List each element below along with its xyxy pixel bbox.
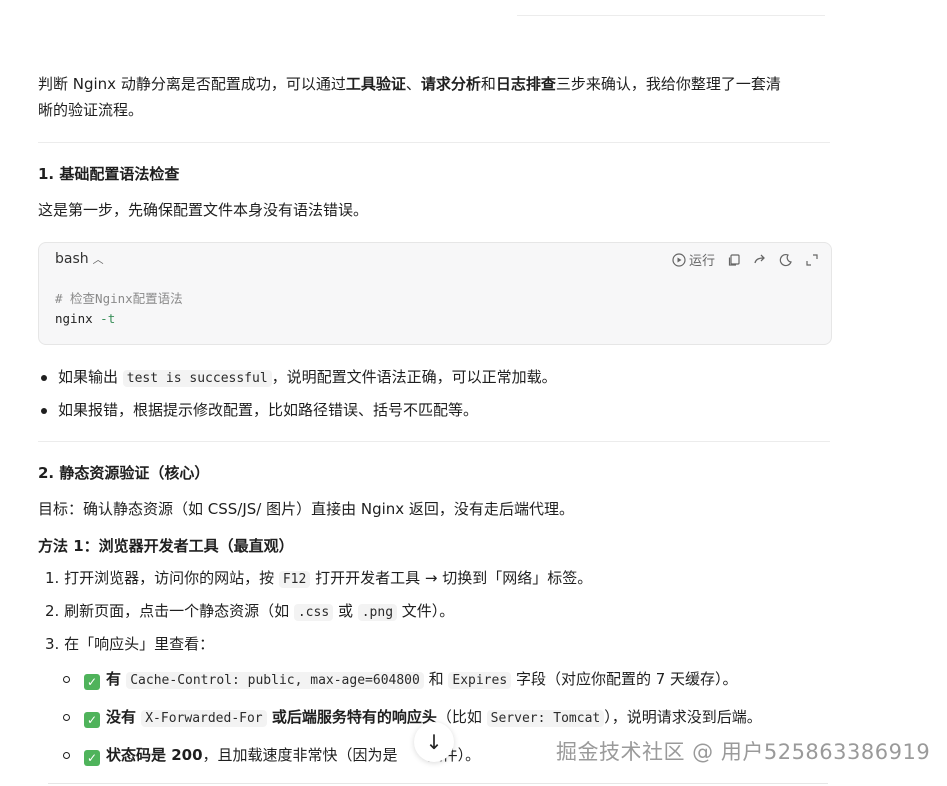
item-text: 和	[423, 670, 449, 688]
code-block-header: bash ︿ 运行	[39, 243, 831, 277]
run-button[interactable]: 运行	[672, 250, 715, 269]
watermark: 掘金技术社区 @ 用户525863386919	[556, 740, 931, 764]
scroll-down-button[interactable]: ↓	[414, 722, 454, 762]
divider	[38, 441, 830, 442]
bottom-divider	[48, 783, 828, 784]
code-body: # 检查Nginx配置语法 nginx -t	[55, 289, 183, 329]
check-icon: ✓	[84, 750, 100, 766]
item-text: ，且加载速度非常快（因为是	[202, 746, 398, 764]
copy-button[interactable]	[727, 253, 741, 267]
arrow-down-icon: ↓	[425, 730, 443, 754]
intro-bold-requests: 请求分析	[420, 75, 481, 93]
code-line: nginx -t	[55, 309, 183, 329]
section1-heading: 1. 基础配置语法检查	[38, 165, 180, 183]
code-lang-toggle[interactable]: bash ︿	[55, 251, 104, 267]
method1-heading: 方法 1：浏览器开发者工具（最直观）	[38, 537, 294, 555]
theme-button[interactable]	[779, 253, 793, 267]
section2-heading: 2. 静态资源验证（核心）	[38, 464, 210, 482]
item-bold: 有	[106, 670, 127, 688]
check-icon: ✓	[84, 674, 100, 690]
inline-code: F12	[278, 571, 311, 588]
list-item: 1. 打开浏览器，访问你的网站，按 F12 打开开发者工具 → 切换到「网络」标…	[38, 565, 592, 598]
item-text: 如果输出	[58, 368, 123, 386]
chevron-up-icon: ︿	[92, 253, 104, 266]
code-block: bash ︿ 运行 # 检查Nginx配置语法 nginx -t	[38, 242, 832, 345]
code-comment: # 检查Nginx配置语法	[55, 291, 183, 306]
list-item: ✓ 有 Cache-Control: public, max-age=604800…	[62, 666, 762, 704]
result-list: 如果输出 test is successful ，说明配置文件语法正确，可以正常加…	[38, 364, 557, 430]
inline-code: .png	[357, 604, 398, 621]
item-text: ，说明配置文件语法正确，可以正常加载。	[271, 368, 557, 386]
code-flag: -t	[100, 311, 116, 326]
list-item: 如果输出 test is successful ，说明配置文件语法正确，可以正常加…	[38, 364, 557, 397]
section2-goal: 目标：确认静态资源（如 CSS/JS/ 图片）直接由 Nginx 返回，没有走后…	[38, 500, 574, 518]
intro-sep: 、	[405, 75, 421, 93]
code-toolbar: 运行	[672, 250, 819, 269]
check-icon: ✓	[84, 712, 100, 728]
item-text: 2. 刷新页面，点击一个静态资源（如	[45, 602, 294, 620]
expand-button[interactable]	[805, 253, 819, 267]
item-text: 1. 打开浏览器，访问你的网站，按	[45, 569, 279, 587]
item-text: 字段（对应你配置的 7 天缓存）。	[511, 670, 738, 688]
list-item: 如果报错，根据提示修改配置，比如路径错误、括号不匹配等。	[38, 397, 557, 430]
share-icon	[754, 254, 765, 263]
code-command: nginx	[55, 311, 93, 326]
inline-code: X-Forwarded-For	[141, 710, 267, 727]
item-text: 文件）。	[397, 602, 455, 620]
inline-code: .css	[293, 604, 334, 621]
expand-icon	[806, 253, 818, 266]
intro-bold-logs: 日志排查	[495, 75, 556, 93]
top-divider	[517, 15, 825, 16]
divider	[38, 142, 830, 143]
intro-line2: 晰的验证流程。	[38, 101, 144, 119]
intro-text-end: 三步来确认，我给你整理了一套清	[555, 75, 781, 93]
intro-and: 和	[480, 75, 496, 93]
moon-icon	[779, 253, 792, 266]
section1-desc: 这是第一步，先确保配置文件本身没有语法错误。	[38, 201, 369, 219]
code-lang-label: bash	[55, 251, 89, 267]
item-bold: 状态码是 200	[106, 746, 203, 764]
item-text: ），说明请求没到后端。	[604, 708, 762, 726]
list-item: 3. 在「响应头」里查看：	[38, 631, 592, 664]
inline-code: test is successful	[122, 370, 272, 387]
copy-icon	[728, 253, 740, 266]
item-text: 或	[333, 602, 358, 620]
inline-code: Server: Tomcat	[486, 710, 605, 727]
intro-paragraph: 判断 Nginx 动静分离是否配置成功，可以通过工具验证、请求分析和日志排查三步…	[38, 71, 838, 123]
run-label: 运行	[688, 254, 715, 269]
item-text: 3. 在「响应头」里查看：	[45, 635, 215, 653]
item-text: （比如	[436, 708, 487, 726]
item-bold: 没有	[106, 708, 142, 726]
steps-list: 1. 打开浏览器，访问你的网站，按 F12 打开开发者工具 → 切换到「网络」标…	[38, 565, 592, 664]
share-button[interactable]	[753, 253, 767, 267]
item-text: 如果报错，根据提示修改配置，比如路径错误、括号不匹配等。	[58, 401, 479, 419]
item-bold: 或后端服务特有的响应头	[266, 708, 437, 726]
inline-code: Expires	[448, 672, 512, 689]
intro-text: 判断 Nginx 动静分离是否配置成功，可以通过	[38, 75, 346, 93]
list-item: 2. 刷新页面，点击一个静态资源（如 .css 或 .png 文件）。	[38, 598, 592, 631]
play-icon	[672, 252, 686, 267]
item-text: 打开开发者工具 → 切换到「网络」标签。	[310, 569, 593, 587]
intro-bold-tools: 工具验证	[345, 75, 406, 93]
inline-code: Cache-Control: public, max-age=604800	[126, 672, 424, 689]
